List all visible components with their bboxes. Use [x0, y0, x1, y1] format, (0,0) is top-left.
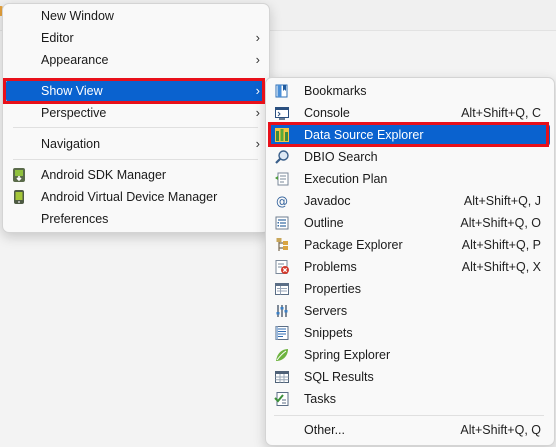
submenu-item-label: Properties: [304, 282, 361, 296]
submenu-item-sql-results[interactable]: SQL Results: [269, 366, 550, 388]
submenu-item-label: Execution Plan: [304, 172, 388, 186]
menu-item-label: Appearance: [41, 53, 109, 67]
servers-icon: [276, 305, 288, 317]
submenu-item-data-source-explorer[interactable]: Data Source Explorer: [269, 124, 550, 146]
submenu-item-other[interactable]: Other... Alt+Shift+Q, Q: [269, 419, 550, 441]
submenu-item-outline[interactable]: Outline Alt+Shift+Q, O: [269, 212, 550, 234]
menu-item-label: Show View: [41, 84, 103, 98]
submenu-item-label: Console: [304, 106, 350, 120]
sql-results-icon: [275, 371, 289, 383]
submenu-item-label: Problems: [304, 260, 357, 274]
tasks-icon: [274, 392, 289, 406]
chevron-right-icon: ›: [255, 83, 260, 98]
menu-item-android-avd-manager[interactable]: Android Virtual Device Manager: [6, 186, 265, 208]
submenu-item-label: Package Explorer: [304, 238, 403, 252]
submenu-item-label: Spring Explorer: [304, 348, 391, 362]
console-icon: [275, 107, 289, 120]
menu-separator: [13, 127, 258, 128]
submenu-item-label: Data Source Explorer: [304, 128, 424, 142]
menu-item-new-window[interactable]: New Window: [6, 5, 265, 27]
menu-item-label: Android SDK Manager: [41, 168, 167, 182]
android-device-icon: [14, 190, 24, 204]
package-explorer-icon: [276, 238, 288, 251]
menu-item-label: Preferences: [41, 212, 109, 226]
submenu-item-properties[interactable]: Properties: [269, 278, 550, 300]
menu-item-label: Editor: [41, 31, 74, 45]
submenu-item-javadoc[interactable]: @ Javadoc Alt+Shift+Q, J: [269, 190, 550, 212]
menu-item-appearance[interactable]: Appearance ›: [6, 49, 265, 71]
execution-plan-icon: [275, 172, 289, 186]
menu-item-android-sdk-manager[interactable]: Android SDK Manager: [6, 164, 265, 186]
submenu-item-tasks[interactable]: Tasks: [269, 388, 550, 410]
submenu-item-label: SQL Results: [304, 370, 374, 384]
submenu-item-label: Bookmarks: [304, 84, 367, 98]
menu-item-label: Android Virtual Device Manager: [41, 190, 218, 204]
menu-item-label: Perspective: [41, 106, 107, 120]
android-sdk-icon: [13, 168, 25, 182]
submenu-item-console[interactable]: Console Alt+Shift+Q, C: [269, 102, 550, 124]
menu-item-label: New Window: [41, 9, 114, 23]
submenu-item-label: DBIO Search: [304, 150, 378, 164]
search-icon: [275, 150, 289, 164]
svg-text:@: @: [276, 195, 288, 209]
submenu-item-snippets[interactable]: Snippets: [269, 322, 550, 344]
spring-leaf-icon: [276, 349, 288, 361]
javadoc-at-icon: @: [276, 195, 288, 209]
menu-item-perspective[interactable]: Perspective ›: [6, 102, 265, 124]
chevron-right-icon: ›: [255, 105, 260, 120]
submenu-item-bookmarks[interactable]: Bookmarks: [269, 80, 550, 102]
submenu-item-package-explorer[interactable]: Package Explorer Alt+Shift+Q, P: [269, 234, 550, 256]
menu-item-show-view[interactable]: Show View ›: [6, 80, 265, 102]
menu-separator: [13, 159, 258, 160]
data-source-explorer-icon: [275, 128, 289, 142]
menu-item-preferences[interactable]: Preferences: [6, 208, 265, 230]
shortcut-text: Alt+Shift+Q, Q: [460, 423, 541, 437]
submenu-item-execution-plan[interactable]: Execution Plan: [269, 168, 550, 190]
chevron-right-icon: ›: [255, 52, 260, 67]
submenu-item-label: Snippets: [304, 326, 353, 340]
shortcut-text: Alt+Shift+Q, X: [461, 260, 541, 274]
show-view-submenu: Bookmarks Console Alt+Shift+Q, C Data So…: [265, 77, 555, 446]
window-menu: New Window Editor › Appearance › Show Vi…: [2, 3, 270, 233]
submenu-item-servers[interactable]: Servers: [269, 300, 550, 322]
submenu-separator: [274, 415, 544, 416]
bookmarks-icon: [275, 84, 288, 98]
menu-item-navigation[interactable]: Navigation ›: [6, 133, 265, 155]
submenu-item-label: Tasks: [304, 392, 336, 406]
shortcut-text: Alt+Shift+Q, J: [463, 194, 541, 208]
shortcut-text: Alt+Shift+Q, O: [460, 216, 541, 230]
chevron-right-icon: ›: [255, 136, 260, 151]
submenu-item-dbio-search[interactable]: DBIO Search: [269, 146, 550, 168]
menu-item-editor[interactable]: Editor ›: [6, 27, 265, 49]
submenu-item-label: Servers: [304, 304, 348, 318]
submenu-item-label: Other...: [304, 423, 345, 437]
properties-icon: [275, 283, 289, 295]
submenu-item-label: Outline: [304, 216, 344, 230]
menu-item-label: Navigation: [41, 137, 101, 151]
outline-icon: [275, 216, 289, 230]
chevron-right-icon: ›: [255, 30, 260, 45]
submenu-item-problems[interactable]: Problems Alt+Shift+Q, X: [269, 256, 550, 278]
submenu-item-label: Javadoc: [304, 194, 351, 208]
submenu-item-spring-explorer[interactable]: Spring Explorer: [269, 344, 550, 366]
shortcut-text: Alt+Shift+Q, C: [461, 106, 541, 120]
snippets-icon: [275, 326, 289, 340]
shortcut-text: Alt+Shift+Q, P: [461, 238, 541, 252]
problems-icon: [275, 260, 289, 274]
